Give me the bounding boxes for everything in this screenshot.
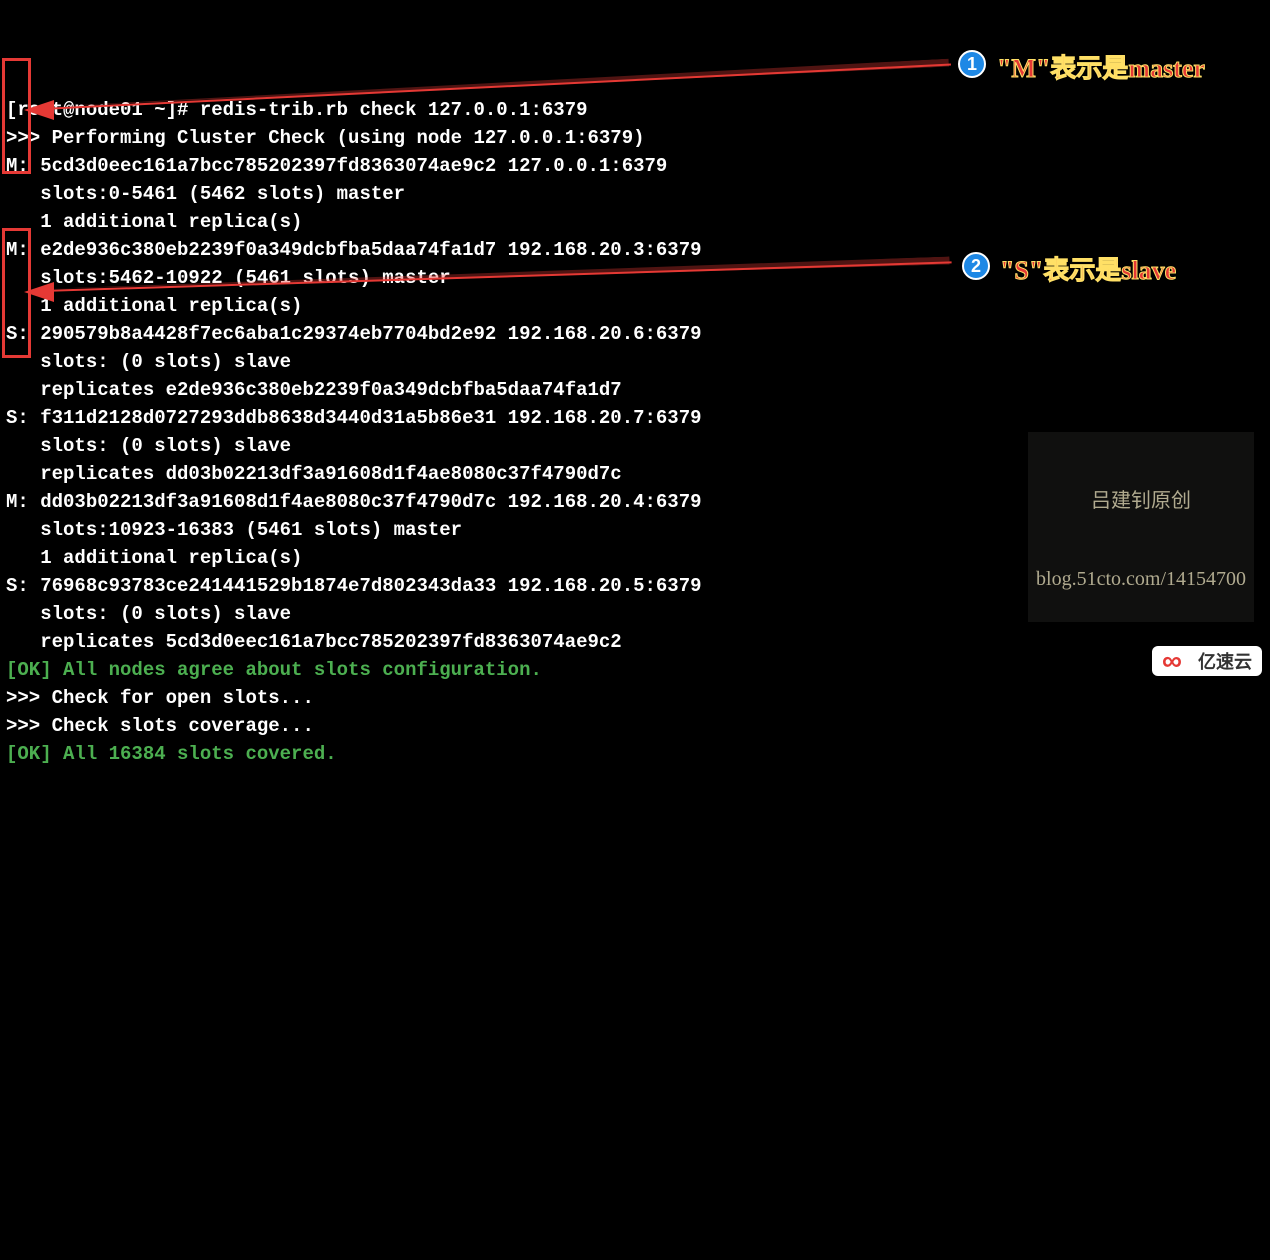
badge-2: 2 (962, 252, 990, 280)
terminal-line: >>> Check slots coverage... (6, 712, 1264, 740)
badge-1: 1 (958, 50, 986, 78)
terminal-line: replicates e2de936c380eb2239f0a349dcbfba… (6, 376, 1264, 404)
infinity-icon (1162, 651, 1192, 671)
terminal-line: replicates 5cd3d0eec161a7bcc785202397fd8… (6, 628, 1264, 656)
terminal-line: S: f311d2128d0727293ddb8638d3440d31a5b86… (6, 404, 1264, 432)
watermark-brand: 亿速云 (1152, 646, 1262, 676)
terminal-line: >>> Check for open slots... (6, 684, 1264, 712)
annotation-master: "M"表示是master (997, 48, 1205, 85)
watermark-author: 吕建钊原创 blog.51cto.com/14154700 (1028, 432, 1254, 622)
terminal-line: >>> Performing Cluster Check (using node… (6, 124, 1264, 152)
terminal-line: 1 additional replica(s) (6, 208, 1264, 236)
terminal-line: M: 5cd3d0eec161a7bcc785202397fd8363074ae… (6, 152, 1264, 180)
arrow-head-slave (24, 282, 54, 302)
terminal-line: S: 290579b8a4428f7ec6aba1c29374eb7704bd2… (6, 320, 1264, 348)
arrow-head-master (24, 100, 54, 120)
watermark-author-blog: blog.51cto.com/14154700 (1036, 566, 1246, 592)
watermark-author-name: 吕建钊原创 (1036, 488, 1246, 514)
annotation-slave: "S"表示是slave (1000, 250, 1176, 287)
terminal-line: slots: (0 slots) slave (6, 348, 1264, 376)
terminal-line: [OK] All nodes agree about slots configu… (6, 656, 1264, 684)
terminal-line: [OK] All 16384 slots covered. (6, 740, 1264, 768)
terminal-line: slots:0-5461 (5462 slots) master (6, 180, 1264, 208)
terminal-line: 1 additional replica(s) (6, 292, 1264, 320)
watermark-brand-text: 亿速云 (1198, 648, 1252, 674)
